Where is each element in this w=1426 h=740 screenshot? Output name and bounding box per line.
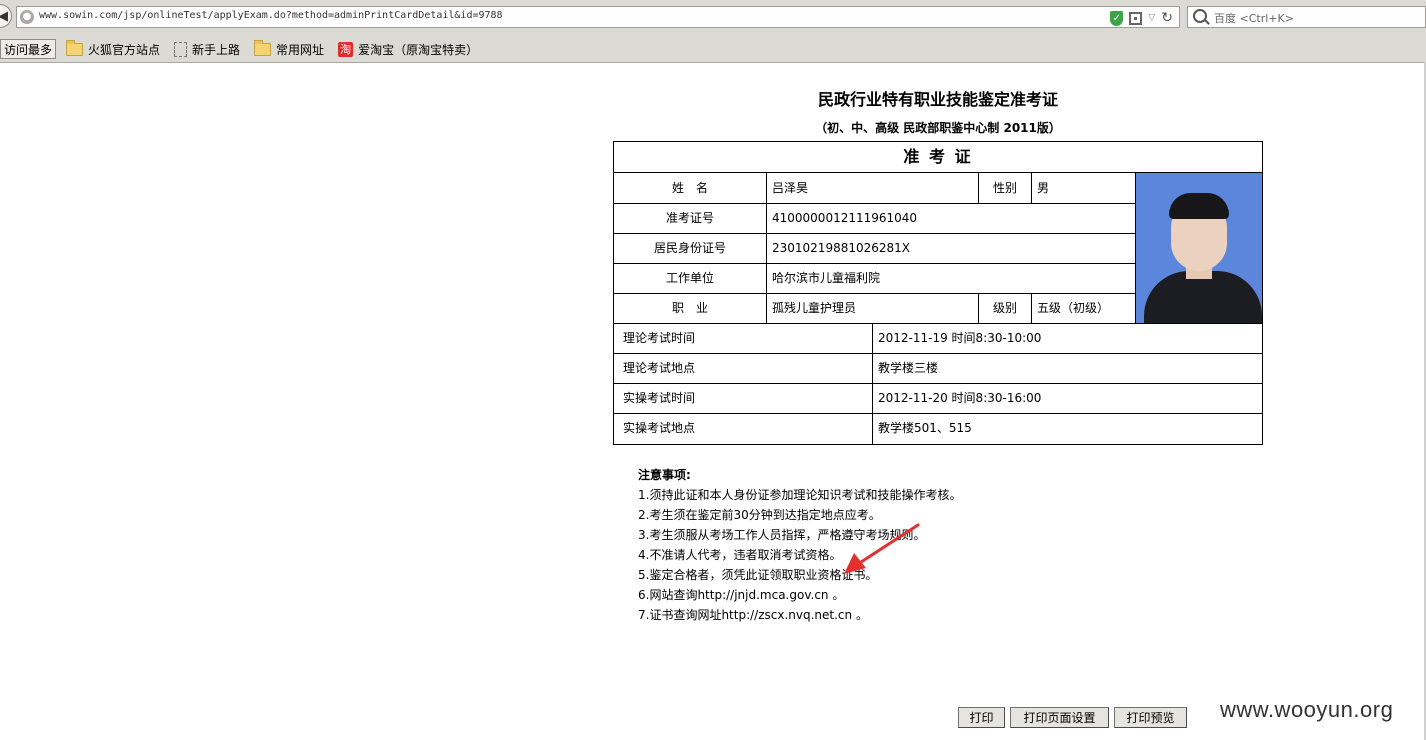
arrow-head: [844, 553, 866, 574]
print-button[interactable]: 打印: [958, 707, 1005, 728]
gender-value: 男: [1032, 173, 1136, 204]
notes-heading: 注意事项:: [638, 468, 691, 482]
level-label: 级别: [979, 294, 1032, 324]
page-icon: [174, 41, 188, 57]
admission-card: 准 考 证 姓 名 吕泽昊 性别 男 准考证号 4100000012111961…: [613, 141, 1263, 445]
back-arrow-icon: ◀: [0, 9, 8, 24]
employer-label: 工作单位: [614, 264, 767, 294]
search-placeholder: 百度 <Ctrl+K>: [1214, 12, 1294, 25]
level-value: 五级（初级）: [1032, 294, 1136, 324]
page-title: 民政行业特有职业技能鉴定准考证: [817, 90, 1058, 109]
page-subtitle: （初、中、高级 民政部职鉴中心制 2011版）: [815, 121, 1061, 135]
gender-label: 性别: [979, 173, 1032, 204]
url-bar-icons: ✓ ▽ ↻: [1110, 9, 1173, 27]
bookmark-label: 新手上路: [192, 42, 241, 57]
practical-time-value: 2012-11-20 时间8:30-16:00: [873, 384, 1262, 414]
theory-time-value: 2012-11-19 时间8:30-10:00: [873, 324, 1262, 354]
globe-icon: ●: [20, 10, 34, 24]
theory-time-label: 理论考试时间: [614, 324, 873, 354]
bookmark-aitaobao[interactable]: 淘 爱淘宝（原淘宝特卖）: [334, 39, 482, 59]
back-button[interactable]: ◀: [0, 4, 12, 28]
page-setup-button[interactable]: 打印页面设置: [1010, 707, 1109, 728]
bookmark-getting-started[interactable]: 新手上路: [170, 39, 244, 59]
theory-place-label: 理论考试地点: [614, 354, 873, 384]
bookmark-common-sites[interactable]: 常用网址: [250, 39, 328, 59]
note-item: 1.须持此证和本人身份证参加理论知识考试和技能操作考核。: [638, 488, 962, 502]
watermark: www.wooyun.org: [1220, 697, 1394, 722]
name-label: 姓 名: [614, 173, 767, 204]
ticket-no-value: 4100000012111961040: [767, 204, 1136, 234]
taobao-icon: 淘: [338, 41, 354, 57]
folder-icon: [254, 39, 272, 56]
red-arrow-annotation: [844, 523, 920, 574]
browser-toolbar: ◀ ● www.sowin.com/jsp/onlineTest/applyEx…: [0, 0, 1426, 63]
url-text: www.sowin.com/jsp/onlineTest/applyExam.d…: [39, 10, 503, 21]
print-preview-button[interactable]: 打印预览: [1114, 707, 1187, 728]
qr-code-icon[interactable]: [1129, 11, 1143, 25]
bookmark-label: 火狐官方站点: [88, 42, 161, 57]
card-heading: 准 考 证: [614, 142, 1262, 173]
candidate-photo: [1136, 173, 1262, 324]
note-item: 6.网站查询http://jnjd.mca.gov.cn 。: [638, 588, 845, 602]
search-bar[interactable]: 百度 <Ctrl+K>: [1187, 6, 1426, 28]
employer-value: 哈尔滨市儿童福利院: [767, 264, 1136, 294]
practical-place-label: 实操考试地点: [614, 414, 873, 444]
bookmarks-bar: 访问最多 火狐官方站点 新手上路 常用网址 淘 爱淘宝（原淘宝特卖）: [0, 38, 488, 60]
bookmark-label: 常用网址: [276, 42, 325, 57]
bookmark-label: 访问最多: [4, 42, 53, 57]
id-no-value: 23010219881026281X: [767, 234, 1136, 264]
practical-time-label: 实操考试时间: [614, 384, 873, 414]
occupation-label: 职 业: [614, 294, 767, 324]
reload-icon[interactable]: ↻: [1161, 11, 1173, 25]
bookmark-firefox-official[interactable]: 火狐官方站点: [62, 39, 164, 59]
bookmark-most-visited[interactable]: 访问最多: [0, 39, 57, 59]
note-item: 7.证书查询网址http://zscx.nvq.net.cn 。: [638, 608, 868, 622]
id-no-label: 居民身份证号: [614, 234, 767, 264]
folder-icon: [66, 39, 84, 56]
shield-icon[interactable]: ✓: [1110, 10, 1124, 26]
ticket-no-label: 准考证号: [614, 204, 767, 234]
name-value: 吕泽昊: [767, 173, 979, 204]
dropdown-arrow-icon[interactable]: ▽: [1148, 13, 1155, 23]
practical-place-value: 教学楼501、515: [878, 421, 972, 435]
arrow-shaft: [856, 523, 920, 566]
occupation-value: 孤残儿童护理员: [767, 294, 979, 324]
photo-hair-shape: [1169, 193, 1229, 219]
theory-place-value: 教学楼三楼: [873, 354, 1262, 384]
search-icon: [1193, 9, 1207, 23]
url-bar[interactable]: ● www.sowin.com/jsp/onlineTest/applyExam…: [16, 6, 1180, 28]
bookmark-label: 爱淘宝（原淘宝特卖）: [358, 42, 479, 57]
